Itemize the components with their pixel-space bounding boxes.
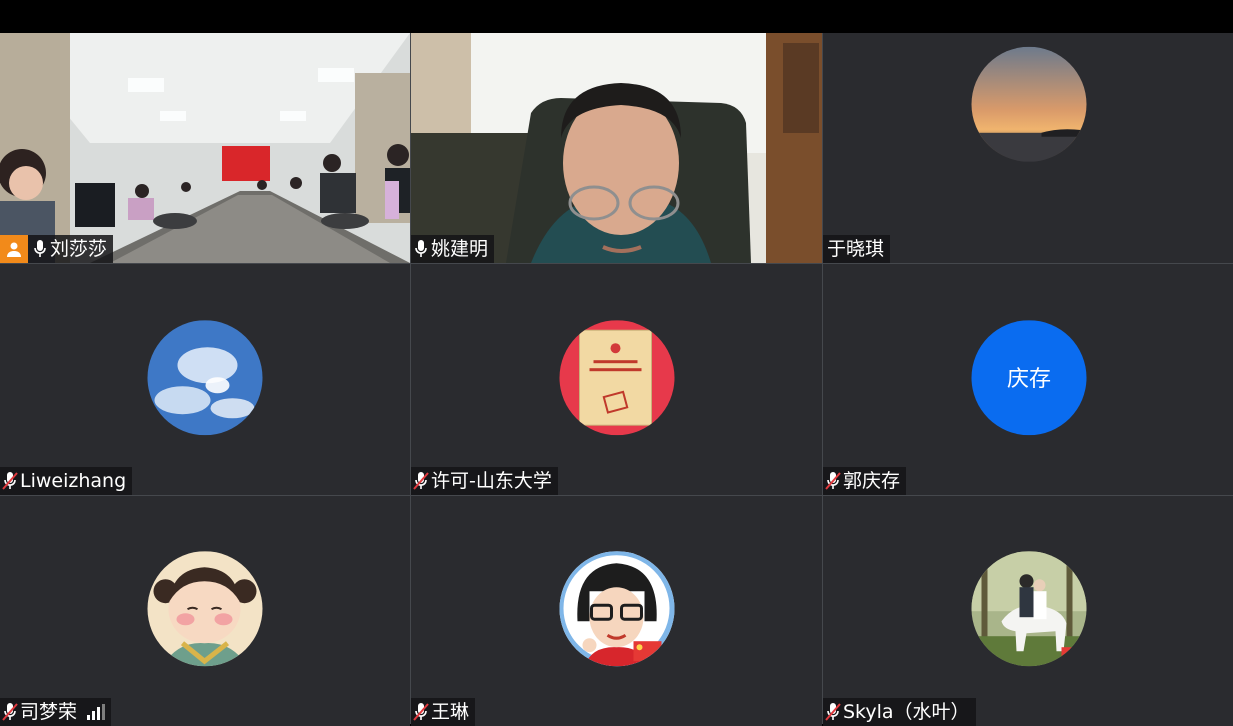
sunset-avatar xyxy=(971,46,1087,162)
participant-name-label: 于晓琪 xyxy=(823,235,891,263)
participant-tile-5[interactable]: 许可-山东大学 xyxy=(411,264,822,495)
webcam-video xyxy=(411,33,822,263)
microphone-icon xyxy=(411,235,431,263)
participant-name-label: 司梦荣 xyxy=(0,698,112,726)
avatar-initials: 庆存 xyxy=(971,319,1087,435)
participant-name: 刘莎莎 xyxy=(50,238,108,260)
participant-name-label: 许可-山东大学 xyxy=(411,467,558,495)
network-signal-icon xyxy=(87,704,106,720)
participant-name-label: Skyla（水叶） xyxy=(823,698,976,726)
participant-name: 郭庆存 xyxy=(843,470,901,492)
muted-microphone-icon xyxy=(411,698,431,726)
muted-microphone-icon xyxy=(0,467,20,495)
participant-tile-6[interactable]: 庆存 郭庆存 xyxy=(823,264,1233,495)
muted-microphone-icon xyxy=(0,698,20,726)
muted-microphone-icon xyxy=(823,698,843,726)
participant-name-label: 姚建明 xyxy=(411,235,495,263)
participant-tile-9[interactable]: Skyla（水叶） xyxy=(823,496,1233,726)
participant-tile-8[interactable]: 王琳 xyxy=(411,496,822,726)
participant-name: 姚建明 xyxy=(431,238,489,260)
host-badge-icon xyxy=(0,235,28,263)
participant-name-label: Liweizhang xyxy=(0,467,133,495)
participant-tile-7[interactable]: 司梦荣 xyxy=(0,496,410,726)
participant-name-label: 刘莎莎 xyxy=(0,235,114,263)
cartoon-girl-avatar xyxy=(147,551,263,667)
participant-tile-3[interactable]: 于晓琪 xyxy=(823,33,1233,263)
participant-tile-1[interactable]: 刘莎莎 xyxy=(0,33,410,263)
red-book-avatar xyxy=(559,319,674,435)
participant-name: 许可-山东大学 xyxy=(431,470,552,492)
participant-name: Liweizhang xyxy=(20,470,127,492)
sky-clouds-avatar xyxy=(147,319,263,435)
top-bar xyxy=(0,0,1233,33)
participant-name-label: 王琳 xyxy=(411,698,476,726)
video-grid: 刘莎莎 姚建明 于晓琪 Liweizhang 许可-山东大学 庆存 郭庆存 司梦… xyxy=(0,33,1233,726)
conference-room-video xyxy=(0,33,410,263)
participant-name: 于晓琪 xyxy=(827,238,885,260)
participant-name-label: 郭庆存 xyxy=(823,467,907,495)
participant-name: 王琳 xyxy=(431,701,470,723)
cartoon-glasses-avatar xyxy=(559,551,674,667)
participant-name: Skyla（水叶） xyxy=(843,701,970,723)
couple-horse-avatar xyxy=(971,551,1087,667)
participant-tile-4[interactable]: Liweizhang xyxy=(0,264,410,495)
participant-tile-2[interactable]: 姚建明 xyxy=(411,33,822,263)
muted-microphone-icon xyxy=(823,467,843,495)
muted-microphone-icon xyxy=(411,467,431,495)
microphone-icon xyxy=(30,235,50,263)
text-avatar: 庆存 xyxy=(971,319,1087,435)
participant-name: 司梦荣 xyxy=(20,701,78,723)
